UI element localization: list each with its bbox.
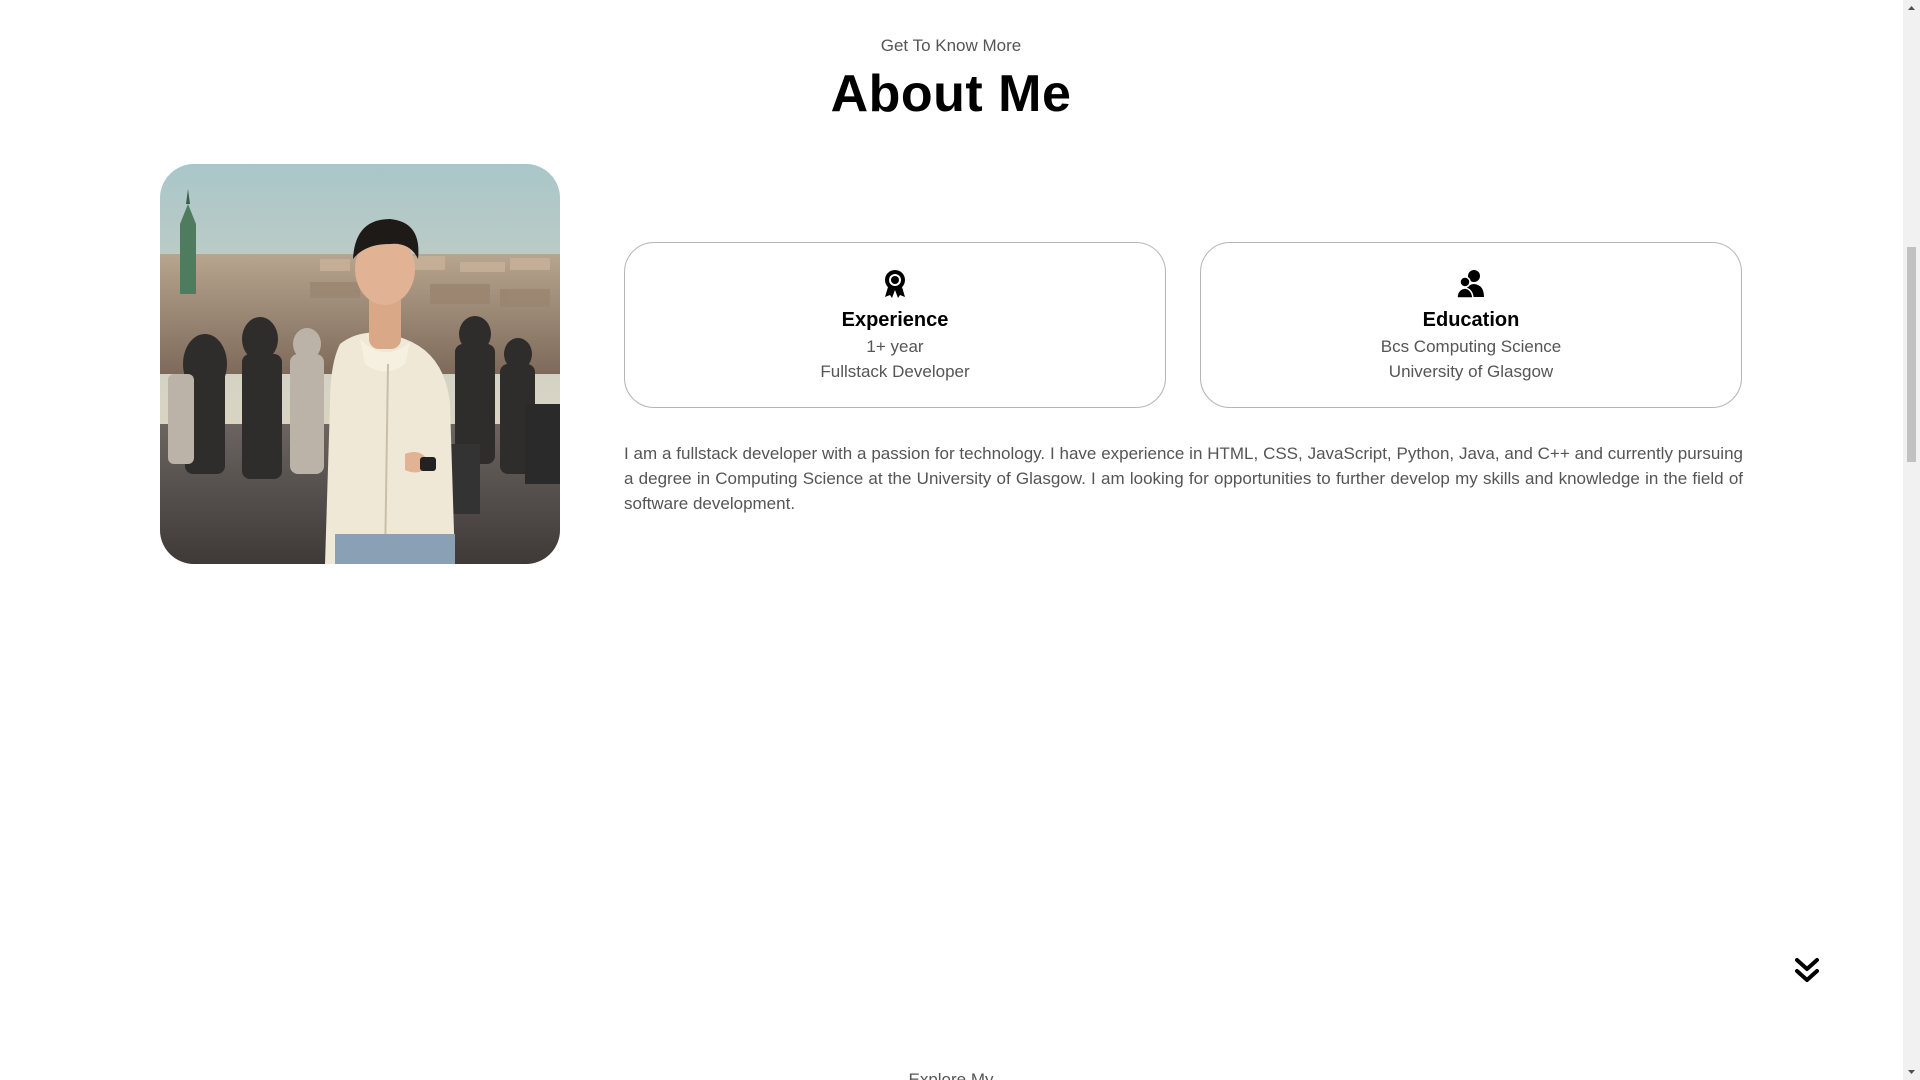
scroll-down-arrow[interactable]	[1793, 957, 1821, 985]
section-title: About Me	[830, 65, 1072, 123]
card-heading: Experience	[841, 309, 949, 331]
scrollbar-thumb[interactable]	[1907, 247, 1916, 462]
education-icon	[1201, 269, 1741, 299]
experience-duration: 1+ year	[866, 337, 924, 356]
experience-role: Fullstack Developer	[820, 362, 970, 381]
profile-photo	[160, 164, 560, 564]
scroll-down-button[interactable]	[1903, 1063, 1920, 1080]
next-section-subtitle: Explore My	[908, 1070, 994, 1080]
section-subtitle: Get To Know More	[880, 36, 1022, 55]
education-card: Education Bcs Computing Science Universi…	[1200, 242, 1742, 408]
card-heading: Education	[1422, 309, 1520, 331]
education-degree: Bcs Computing Science	[1380, 337, 1562, 356]
scroll-up-button[interactable]	[1903, 0, 1920, 17]
award-icon	[625, 269, 1165, 299]
education-university: University of Glasgow	[1388, 362, 1554, 381]
double-chevron-down-icon	[1795, 958, 1819, 982]
experience-card: Experience 1+ year Fullstack Developer	[624, 242, 1166, 408]
bio-text: I am a fullstack developer with a passio…	[624, 444, 1743, 513]
page: Get To Know More About Me Experience 1+ …	[0, 0, 1920, 1080]
vertical-scrollbar[interactable]	[1903, 0, 1920, 1080]
